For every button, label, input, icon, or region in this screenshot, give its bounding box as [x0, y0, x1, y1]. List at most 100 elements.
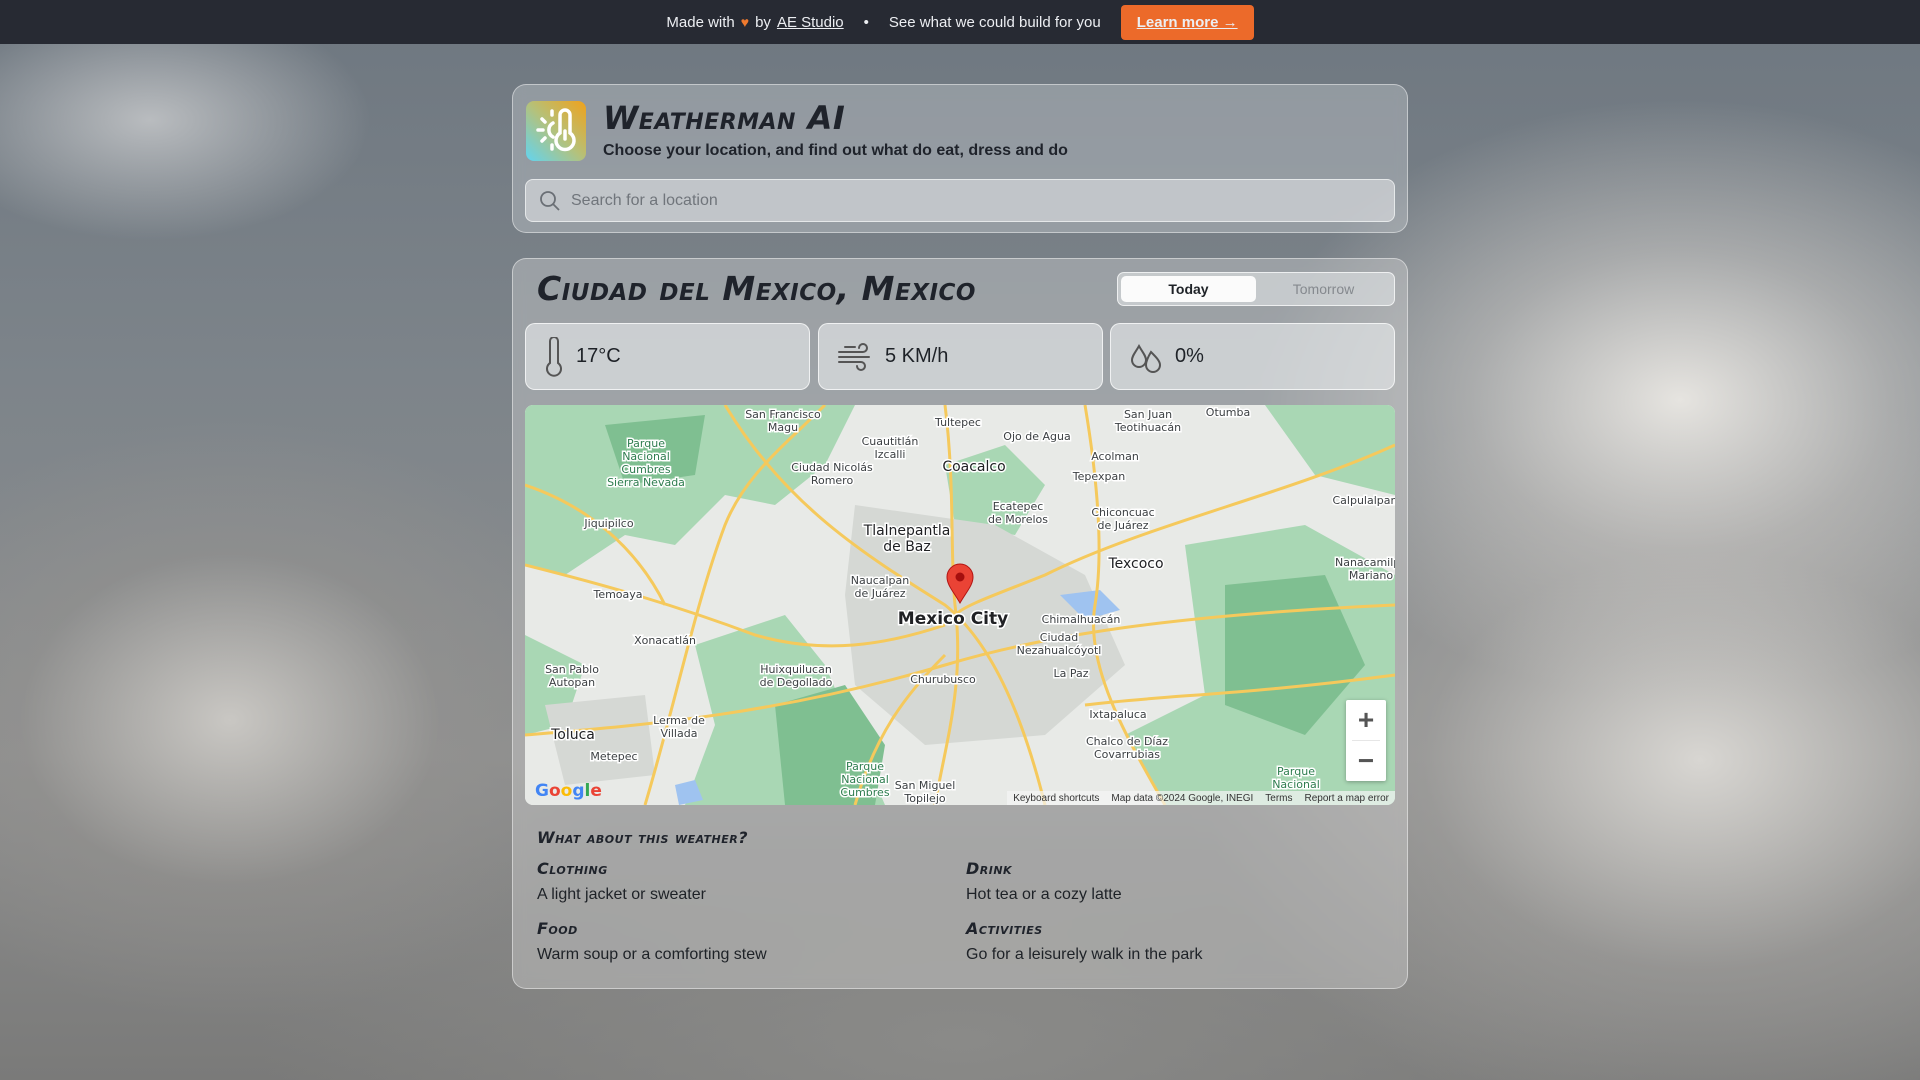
map-zoom-control: + −	[1346, 700, 1386, 781]
map-label: Romero	[811, 474, 854, 487]
promo-banner: Made with ♥ by AE Studio • See what we c…	[0, 0, 1920, 44]
report-error-link[interactable]: Report a map error	[1305, 793, 1389, 804]
advice-label: Activities	[966, 919, 1043, 938]
map-label: Cuautitlán	[862, 435, 919, 448]
map-label: Nacional	[1272, 778, 1320, 791]
map-label: Otumba	[1206, 406, 1250, 419]
app-logo-icon	[526, 101, 586, 161]
map-label: Nacional	[841, 773, 889, 786]
map-label: San Miguel	[895, 779, 956, 792]
map-label: Ixtapaluca	[1089, 708, 1146, 721]
advice-activities: Activities Go for a leisurely walk in th…	[966, 919, 1386, 964]
map-label: Naucalpan	[851, 574, 910, 587]
advice-heading: What about this weather?	[537, 828, 749, 847]
map-label: Parque	[846, 760, 884, 773]
map-label: Autopan	[549, 676, 595, 689]
map-label: Nanacamilpa	[1335, 556, 1395, 569]
map-label: Chiconcuac	[1091, 506, 1154, 519]
advice-label: Drink	[966, 859, 1013, 878]
day-toggle: Today Tomorrow	[1117, 272, 1395, 306]
by-text: by	[755, 13, 771, 31]
map-label: Mariano	[1349, 569, 1394, 582]
advice-drink: Drink Hot tea or a cozy latte	[966, 859, 1386, 904]
map-label: Nezahualcóyotl	[1017, 644, 1102, 657]
map-label: La Paz	[1053, 667, 1088, 680]
map-label: de Baz	[883, 539, 930, 555]
keyboard-shortcuts-link[interactable]: Keyboard shortcuts	[1013, 793, 1099, 804]
droplet-icon	[1130, 343, 1162, 373]
map-label: Topilejo	[903, 792, 945, 805]
advice-label: Food	[537, 919, 578, 938]
learn-more-button[interactable]: Learn more →	[1120, 4, 1254, 40]
heart-icon: ♥	[740, 14, 750, 30]
map-label: de Degollado	[760, 676, 833, 689]
tab-tomorrow[interactable]: Tomorrow	[1256, 276, 1391, 302]
map-label: Teotihuacán	[1114, 421, 1181, 434]
map-label: Lerma de	[653, 714, 705, 727]
map-label: Ciudad	[1040, 631, 1078, 644]
zoom-out-button[interactable]: −	[1346, 741, 1386, 781]
map-label: Texcoco	[1107, 556, 1163, 572]
map-label: Ecatepec	[993, 500, 1044, 513]
map-label: Coacalco	[942, 459, 1005, 475]
tab-today[interactable]: Today	[1121, 276, 1256, 302]
map-label: Sierra Nevada	[607, 476, 685, 489]
advice-label: Clothing	[537, 859, 608, 878]
map-canvas[interactable]: Mexico City Tlalnepantla de Baz Coacalco…	[525, 405, 1395, 805]
map-label: Ojo de Agua	[1003, 430, 1070, 443]
wind-stat: 5 KM/h	[818, 323, 1103, 390]
map-label: Parque	[627, 437, 665, 450]
map-label: Covarrubias	[1094, 748, 1160, 761]
advice-food: Food Warm soup or a comforting stew	[537, 919, 957, 964]
map-label: San Juan	[1124, 408, 1172, 421]
header-card: Weatherman AI Choose your location, and …	[512, 84, 1408, 233]
temperature-value: 17°C	[576, 345, 621, 367]
map-label: Magu	[768, 421, 798, 434]
advice-clothing: Clothing A light jacket or sweater	[537, 859, 957, 904]
map-label: Cumbres	[840, 786, 889, 799]
wind-icon	[838, 342, 870, 371]
temperature-stat: 17°C	[525, 323, 810, 390]
google-logo: Google	[535, 781, 602, 801]
map-label: Tepexpan	[1072, 470, 1125, 483]
search-input[interactable]	[571, 191, 1351, 210]
map-label: Chalco de Díaz	[1086, 735, 1168, 748]
map-label: Nacional	[622, 450, 670, 463]
map-label: de Juárez	[1097, 519, 1148, 532]
map-label: Mexico City	[898, 609, 1008, 629]
map-label: Metepec	[590, 750, 637, 763]
wind-value: 5 KM/h	[885, 345, 949, 367]
map-label: Tlalnepantla	[863, 523, 951, 539]
map-label: Huixquilucan	[760, 663, 832, 676]
weather-card: Ciudad del Mexico, Mexico Today Tomorrow…	[512, 258, 1408, 989]
made-with-text: Made with	[666, 13, 735, 31]
map-label: Calpulalpan	[1333, 494, 1395, 507]
ae-studio-link[interactable]: AE Studio	[777, 14, 844, 31]
advice-text: A light jacket or sweater	[537, 886, 706, 903]
map-label: Churubusco	[910, 673, 976, 686]
terms-link[interactable]: Terms	[1265, 793, 1292, 804]
map-label: Parque	[1277, 765, 1315, 778]
map-label: Villada	[661, 727, 698, 740]
separator: •	[863, 13, 869, 31]
map-data-text: Map data ©2024 Google, INEGI	[1111, 792, 1254, 804]
app-title: Weatherman AI	[603, 99, 846, 137]
advice-text: Go for a leisurely walk in the park	[966, 946, 1203, 963]
location-search[interactable]	[525, 179, 1395, 222]
map-label: de Morelos	[988, 513, 1048, 526]
precipitation-value: 0%	[1175, 345, 1204, 367]
map-label: Acolman	[1091, 450, 1139, 463]
location-map[interactable]: Mexico City Tlalnepantla de Baz Coacalco…	[525, 405, 1395, 805]
thermometer-icon	[546, 336, 562, 377]
map-label: San Francisco	[745, 408, 821, 421]
map-label: Xonacatlán	[634, 634, 696, 647]
search-icon	[540, 190, 560, 211]
map-label: Toluca	[550, 727, 595, 743]
pitch-text: See what we could build for you	[888, 13, 1101, 31]
advice-text: Warm soup or a comforting stew	[537, 946, 767, 963]
map-label: Temoaya	[592, 588, 642, 601]
precipitation-stat: 0%	[1110, 323, 1395, 390]
zoom-in-button[interactable]: +	[1346, 700, 1386, 740]
map-attribution: Keyboard shortcuts Map data ©2024 Google…	[1007, 791, 1395, 805]
map-label: Cumbres	[621, 463, 670, 476]
